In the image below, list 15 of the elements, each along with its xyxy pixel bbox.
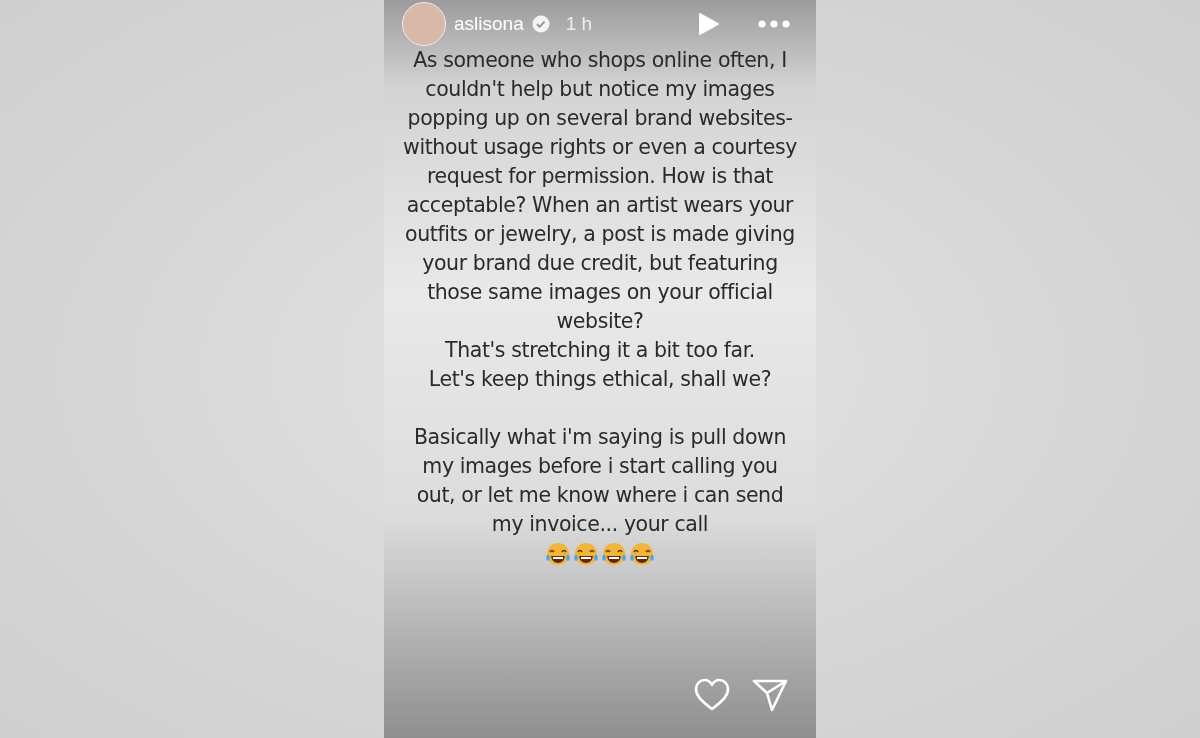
story-text: Let's keep things ethical, shall we? — [427, 366, 773, 393]
post-time: 1 h — [565, 13, 593, 35]
more-options-icon[interactable] — [758, 20, 790, 28]
username[interactable]: aslisona — [454, 13, 524, 35]
avatar[interactable] — [402, 2, 446, 46]
story-text: As someone who shops online often, I couldn't help but notice my images popping up on several brand websites-without usage rights or even a courtesy request for permission. How is that acceptable? When an artist wears your outfits or jewelry, a post is made giving your brand due credit, but featuring those same images on your official website? — [402, 47, 798, 335]
play-icon[interactable] — [698, 12, 720, 36]
send-icon[interactable] — [752, 678, 788, 712]
heart-icon[interactable] — [694, 678, 730, 712]
laughing-emoji-icon — [572, 541, 600, 567]
laughing-emoji-icon — [600, 541, 628, 567]
story-text: That's stretching it a bit too far. — [444, 337, 756, 364]
story-text: Basically what i'm saying is pull down my images before i start calling you out, or let me know where i can send my invoice... your call — [412, 424, 788, 538]
laughing-emoji-icon — [544, 541, 572, 567]
laughing-emoji-icon — [628, 541, 656, 567]
